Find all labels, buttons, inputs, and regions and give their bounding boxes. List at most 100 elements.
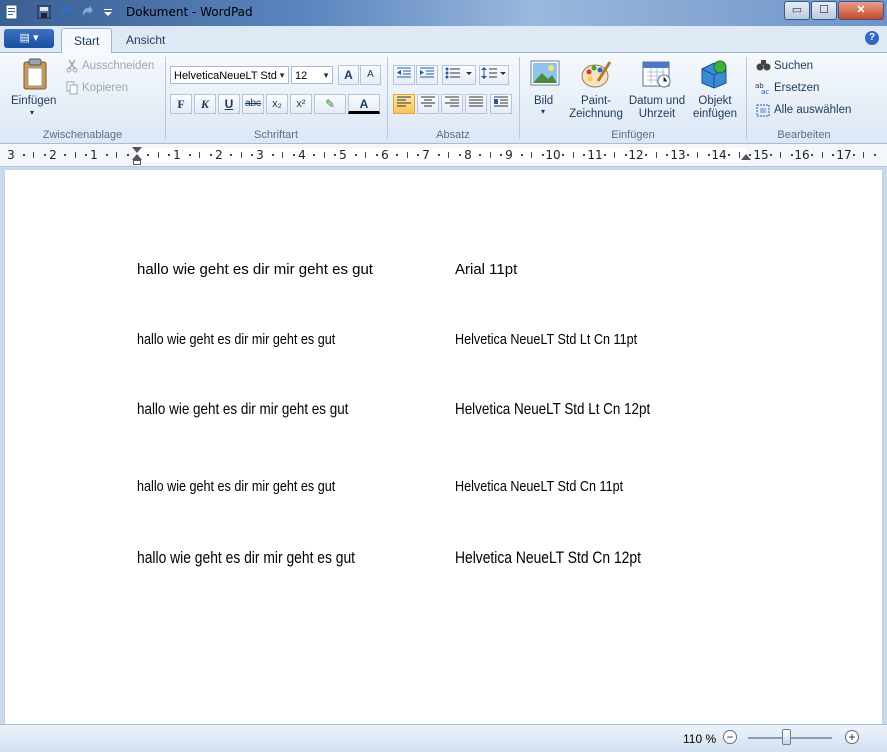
ruler-tick xyxy=(614,152,615,158)
ruler-dot xyxy=(728,154,730,156)
ruler-dot xyxy=(583,154,585,156)
subscript-button[interactable]: x₂ xyxy=(266,94,288,114)
redo-icon[interactable] xyxy=(80,4,96,20)
zoom-slider-thumb[interactable] xyxy=(782,729,791,745)
document-line-text[interactable]: hallo wie geht es dir mir geht es gut xyxy=(137,478,373,495)
ruler-tick xyxy=(365,152,366,158)
ruler-dot xyxy=(604,154,606,156)
ruler-dot xyxy=(147,154,149,156)
copy-button[interactable]: Kopieren xyxy=(82,82,128,94)
ruler-number: 17 xyxy=(836,148,852,162)
undo-icon[interactable] xyxy=(58,4,74,20)
zoom-level-label[interactable]: 110 % xyxy=(683,732,716,746)
document-line-text[interactable]: hallo wie geht es dir mir geht es gut xyxy=(137,331,373,348)
document-line-text[interactable]: hallo wie geht es dir mir geht es gut xyxy=(137,261,373,278)
paint-drawing-icon[interactable] xyxy=(580,59,612,89)
minimize-button[interactable]: ▭ xyxy=(784,1,810,20)
date-time-icon[interactable] xyxy=(642,59,672,89)
paste-icon[interactable] xyxy=(20,58,50,90)
font-family-select[interactable]: HelveticaNeueLT Std ▼ xyxy=(170,66,289,84)
line-spacing-button[interactable] xyxy=(479,65,509,85)
replace-button[interactable]: Ersetzen xyxy=(774,82,819,94)
zoom-out-button[interactable]: − xyxy=(723,730,737,744)
ribbon: Einfügen ▾ Ausschneiden Kopieren Zwische… xyxy=(0,53,887,144)
customize-toolbar-chevron-icon[interactable] xyxy=(100,4,116,20)
justify-button[interactable] xyxy=(465,94,487,114)
document-line-font-label[interactable]: Arial 11pt xyxy=(455,261,517,278)
document-line-text[interactable]: hallo wie geht es dir mir geht es gut xyxy=(137,401,389,419)
left-indent-marker[interactable] xyxy=(133,160,141,165)
paste-button-label[interactable]: Einfügen xyxy=(11,95,56,107)
maximize-button[interactable]: ☐ xyxy=(811,1,837,20)
text-color-button[interactable]: A xyxy=(348,94,380,114)
ruler-tick xyxy=(199,152,200,158)
insert-object-icon[interactable] xyxy=(699,59,729,89)
ruler[interactable]: 3 2 1 1 2 3 4 5 6 7 8 9 10 11 12 13 14 1… xyxy=(0,144,887,167)
ruler-tick xyxy=(33,152,34,158)
ruler-tick xyxy=(490,152,491,158)
strikethrough-button[interactable]: abc xyxy=(242,94,264,114)
underline-button[interactable]: U xyxy=(218,94,240,114)
ruler-dot xyxy=(562,154,564,156)
ruler-tick xyxy=(697,152,698,158)
picture-dropdown-chevron-icon[interactable]: ▾ xyxy=(541,107,545,116)
shrink-font-button[interactable]: A xyxy=(360,65,381,85)
increase-indent-button[interactable] xyxy=(416,65,438,85)
align-center-button[interactable] xyxy=(417,94,439,114)
ruler-dot xyxy=(376,154,378,156)
close-button[interactable]: ✕ xyxy=(838,1,884,20)
ruler-dot xyxy=(251,154,253,156)
ruler-number: 8 xyxy=(464,148,472,162)
ruler-tick xyxy=(448,152,449,158)
align-right-button[interactable] xyxy=(441,94,463,114)
save-icon[interactable] xyxy=(36,4,52,20)
align-center-icon xyxy=(421,96,435,107)
grow-font-button[interactable]: A xyxy=(338,65,359,85)
select-all-button[interactable]: Alle auswählen xyxy=(774,104,851,116)
picture-button-label[interactable]: Bild xyxy=(534,95,553,107)
first-line-indent-marker[interactable] xyxy=(132,147,142,153)
svg-text:ac: ac xyxy=(761,88,769,95)
insert-object-button-label[interactable]: Objekt einfügen xyxy=(688,95,742,121)
ruler-dot xyxy=(666,154,668,156)
application-menu-button[interactable]: ▤ ▾ xyxy=(4,29,54,48)
paint-button-label[interactable]: Paint- Zeichnung xyxy=(566,95,626,121)
document-line-font-label[interactable]: Helvetica NeueLT Std Cn 12pt xyxy=(455,549,676,568)
ruler-dot xyxy=(459,154,461,156)
clipboard-group-label: Zwischenablage xyxy=(42,129,123,141)
picture-icon[interactable] xyxy=(530,59,560,87)
find-button[interactable]: Suchen xyxy=(774,60,813,72)
decrease-indent-button[interactable] xyxy=(393,65,415,85)
font-size-select[interactable]: 12 ▼ xyxy=(291,66,333,84)
highlight-color-button[interactable]: ✎ xyxy=(314,94,346,114)
wordpad-app-icon[interactable] xyxy=(4,4,20,20)
replace-icon: abac xyxy=(755,82,769,95)
ruler-dot xyxy=(293,154,295,156)
document-line-text[interactable]: hallo wie geht es dir mir geht es gut xyxy=(137,549,397,568)
ruler-dot xyxy=(127,154,129,156)
tab-ansicht[interactable]: Ansicht xyxy=(114,28,177,52)
chevron-down-icon: ▼ xyxy=(322,71,330,80)
list-button[interactable] xyxy=(442,65,476,85)
document-line-font-label[interactable]: Helvetica NeueLT Std Lt Cn 12pt xyxy=(455,401,687,419)
help-icon[interactable]: ? xyxy=(865,31,879,45)
ruler-tick xyxy=(324,152,325,158)
ruler-dot xyxy=(417,154,419,156)
paste-dropdown-chevron-icon[interactable]: ▾ xyxy=(30,108,34,117)
ruler-dot xyxy=(168,154,170,156)
italic-button[interactable]: K xyxy=(194,94,216,114)
ruler-dot xyxy=(687,154,689,156)
date-time-button-label[interactable]: Datum und Uhrzeit xyxy=(626,95,688,121)
paragraph-button[interactable] xyxy=(490,94,512,114)
document-line-font-label[interactable]: Helvetica NeueLT Std Lt Cn 11pt xyxy=(455,331,672,348)
ruler-dot xyxy=(44,154,46,156)
cut-icon xyxy=(66,59,78,73)
align-left-button[interactable] xyxy=(393,94,415,114)
cut-button[interactable]: Ausschneiden xyxy=(82,60,154,72)
bold-button[interactable]: F xyxy=(170,94,192,114)
superscript-button[interactable]: x² xyxy=(290,94,312,114)
document-line-font-label[interactable]: Helvetica NeueLT Std Cn 11pt xyxy=(455,478,655,495)
document-page[interactable] xyxy=(4,170,883,724)
zoom-in-button[interactable]: + xyxy=(845,730,859,744)
tab-start[interactable]: Start xyxy=(61,28,113,53)
